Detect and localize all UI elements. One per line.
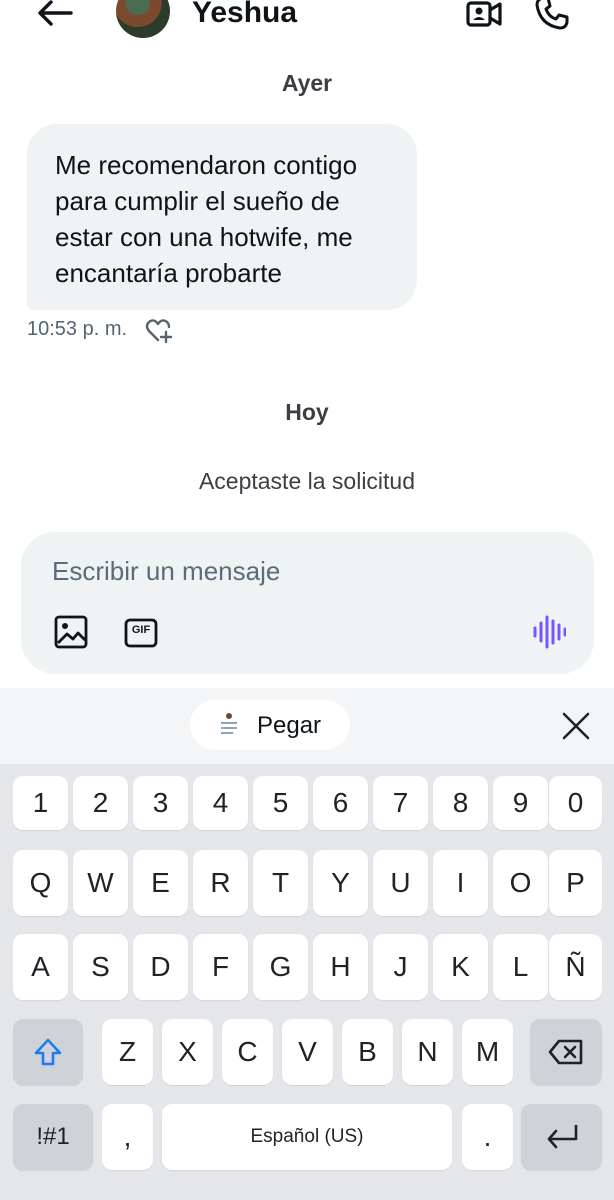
- key-6[interactable]: 6: [313, 776, 368, 830]
- add-image-button[interactable]: [53, 614, 89, 650]
- key-x[interactable]: X: [162, 1019, 213, 1085]
- backspace-key[interactable]: [530, 1019, 602, 1085]
- call-button[interactable]: [532, 0, 572, 32]
- shift-arrow-icon: [34, 1038, 62, 1066]
- key-g[interactable]: G: [253, 934, 308, 1000]
- key-7[interactable]: 7: [373, 776, 428, 830]
- enter-icon: [547, 1124, 577, 1149]
- message-timestamp: 10:53 p. m.: [27, 318, 128, 340]
- shift-key[interactable]: [13, 1019, 83, 1085]
- key-8[interactable]: 8: [433, 776, 488, 830]
- avatar[interactable]: [116, 0, 170, 38]
- key-9[interactable]: 9: [493, 776, 548, 830]
- close-icon: [562, 712, 590, 740]
- back-button[interactable]: [30, 0, 80, 30]
- key-j[interactable]: J: [373, 934, 428, 1000]
- space-key[interactable]: Español (US): [162, 1104, 452, 1170]
- enter-key[interactable]: [521, 1104, 602, 1170]
- key-4[interactable]: 4: [193, 776, 248, 830]
- key-q[interactable]: Q: [13, 850, 68, 916]
- arrow-left-icon: [38, 0, 73, 26]
- key-c[interactable]: C: [222, 1019, 273, 1085]
- key-r[interactable]: R: [193, 850, 248, 916]
- contact-name[interactable]: Yeshua: [192, 0, 297, 30]
- add-gif-button[interactable]: GIF: [123, 616, 159, 650]
- period-key[interactable]: .: [462, 1104, 513, 1170]
- message-input[interactable]: [52, 552, 532, 590]
- key-m[interactable]: M: [462, 1019, 513, 1085]
- message-composer: GIF: [21, 532, 594, 674]
- key-s[interactable]: S: [73, 934, 128, 1000]
- key-k[interactable]: K: [433, 934, 488, 1000]
- heart-plus-icon: [145, 319, 173, 344]
- key-y[interactable]: Y: [313, 850, 368, 916]
- key-h[interactable]: H: [313, 934, 368, 1000]
- video-camera-icon: [466, 1, 502, 27]
- key-w[interactable]: W: [73, 850, 128, 916]
- message-text: Me recomendaron contigo para cumplir el …: [55, 150, 358, 288]
- key-1[interactable]: 1: [13, 776, 68, 830]
- key-v[interactable]: V: [282, 1019, 333, 1085]
- key-n-tilde[interactable]: Ñ: [549, 934, 602, 1000]
- backspace-icon: [548, 1039, 583, 1065]
- key-n[interactable]: N: [402, 1019, 453, 1085]
- video-call-button[interactable]: [464, 0, 504, 32]
- key-u[interactable]: U: [373, 850, 428, 916]
- key-t[interactable]: T: [253, 850, 308, 916]
- key-d[interactable]: D: [133, 934, 188, 1000]
- react-button[interactable]: [144, 316, 174, 346]
- key-5[interactable]: 5: [253, 776, 308, 830]
- symbols-key[interactable]: !#1: [13, 1104, 93, 1170]
- key-2[interactable]: 2: [73, 776, 128, 830]
- keyboard-suggestion-bar: Pegar: [0, 688, 614, 764]
- message-bubble[interactable]: Me recomendaron contigo para cumplir el …: [27, 124, 417, 310]
- voice-message-button[interactable]: [531, 614, 567, 650]
- image-icon: [54, 615, 88, 649]
- gif-label: GIF: [131, 624, 151, 636]
- clipboard-thumbnail: [217, 710, 241, 740]
- key-0[interactable]: 0: [549, 776, 602, 830]
- date-separator-today: Hoy: [285, 399, 329, 425]
- key-p[interactable]: P: [549, 850, 602, 916]
- key-b[interactable]: B: [342, 1019, 393, 1085]
- key-f[interactable]: F: [193, 934, 248, 1000]
- date-separator-yesterday: Ayer: [281, 70, 333, 96]
- key-3[interactable]: 3: [133, 776, 188, 830]
- phone-icon: [535, 0, 569, 30]
- key-l[interactable]: L: [493, 934, 548, 1000]
- on-screen-keyboard: Pegar 1 2 3 4 5 6 7 8 9 0 Q W E R T Y U …: [0, 688, 614, 1200]
- key-e[interactable]: E: [133, 850, 188, 916]
- chat-header: Yeshua: [0, 0, 614, 44]
- paste-label: Pegar: [257, 712, 322, 739]
- key-a[interactable]: A: [13, 934, 68, 1000]
- key-i[interactable]: I: [433, 850, 488, 916]
- key-z[interactable]: Z: [102, 1019, 153, 1085]
- paste-button[interactable]: Pegar: [190, 700, 350, 750]
- close-suggestion-button[interactable]: [560, 710, 592, 742]
- voice-waveform-icon: [533, 615, 566, 649]
- request-accepted-note: Aceptaste la solicitud: [198, 468, 416, 494]
- key-o[interactable]: O: [493, 850, 548, 916]
- comma-key[interactable]: ,: [102, 1104, 153, 1170]
